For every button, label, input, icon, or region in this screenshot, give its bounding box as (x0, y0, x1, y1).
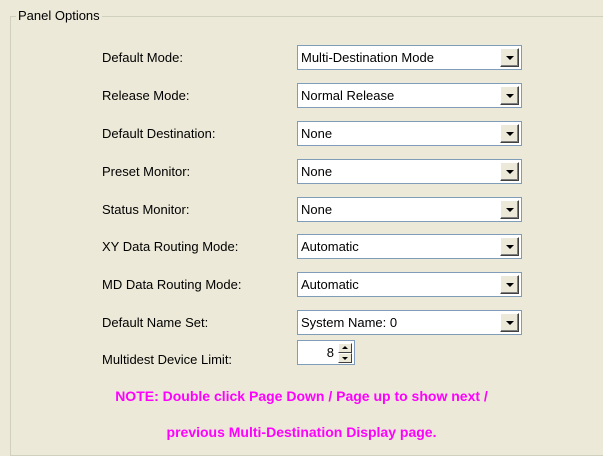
default-name-set-value: System Name: 0 (301, 315, 398, 330)
multidest-device-limit-value[interactable]: 8 (327, 345, 334, 361)
default-name-set-dropdown-button[interactable] (500, 313, 519, 332)
default-destination-dropdown-button[interactable] (500, 124, 519, 143)
chevron-down-icon (506, 208, 514, 212)
preset-monitor-label: Preset Monitor: (102, 164, 191, 179)
default-mode-label: Default Mode: (102, 50, 183, 65)
panel-options-title: Panel Options (16, 8, 102, 24)
md-data-routing-mode-dropdown[interactable]: Automatic (297, 272, 522, 297)
default-mode-dropdown-button[interactable] (500, 48, 519, 67)
chevron-down-icon (506, 94, 514, 98)
arrow-down-icon (342, 357, 348, 360)
release-mode-value: Normal Release (301, 88, 395, 103)
chevron-down-icon (506, 321, 514, 325)
xy-data-routing-mode-dropdown[interactable]: Automatic (297, 234, 522, 259)
default-mode-value: Multi-Destination Mode (301, 50, 434, 65)
status-monitor-dropdown[interactable]: None (297, 197, 522, 222)
default-destination-label: Default Destination: (102, 126, 216, 141)
default-destination-dropdown[interactable]: None (297, 121, 522, 146)
chevron-down-icon (506, 170, 514, 174)
default-mode-dropdown[interactable]: Multi-Destination Mode (297, 45, 522, 70)
default-name-set-dropdown[interactable]: System Name: 0 (297, 310, 522, 335)
status-monitor-dropdown-button[interactable] (500, 200, 519, 219)
release-mode-label: Release Mode: (102, 88, 190, 103)
preset-monitor-dropdown-button[interactable] (500, 162, 519, 181)
multidest-device-limit-spinner[interactable]: 8 (297, 340, 355, 365)
chevron-down-icon (506, 56, 514, 60)
chevron-down-icon (506, 283, 514, 287)
arrow-up-icon (342, 346, 348, 349)
status-monitor-label: Status Monitor: (102, 202, 190, 217)
note-line-2: previous Multi-Destination Display page. (166, 424, 437, 440)
default-name-set-label: Default Name Set: (102, 315, 209, 330)
release-mode-dropdown[interactable]: Normal Release (297, 83, 522, 108)
md-data-routing-mode-label: MD Data Routing Mode: (102, 277, 242, 292)
status-monitor-value: None (301, 202, 333, 217)
preset-monitor-value: None (301, 164, 333, 179)
chevron-down-icon (506, 132, 514, 136)
spin-up-button[interactable] (338, 343, 352, 353)
release-mode-dropdown-button[interactable] (500, 86, 519, 105)
chevron-down-icon (506, 245, 514, 249)
md-data-routing-mode-value: Automatic (301, 277, 359, 292)
default-destination-value: None (301, 126, 333, 141)
preset-monitor-dropdown[interactable]: None (297, 159, 522, 184)
spin-down-button[interactable] (338, 353, 352, 363)
xy-data-routing-mode-label: XY Data Routing Mode: (102, 239, 239, 254)
note-line-1: NOTE: Double click Page Down / Page up t… (115, 388, 488, 404)
xy-data-routing-mode-value: Automatic (301, 239, 359, 254)
xy-data-routing-mode-dropdown-button[interactable] (500, 237, 519, 256)
multidest-device-limit-label: Multidest Device Limit: (102, 352, 233, 367)
md-data-routing-mode-dropdown-button[interactable] (500, 275, 519, 294)
